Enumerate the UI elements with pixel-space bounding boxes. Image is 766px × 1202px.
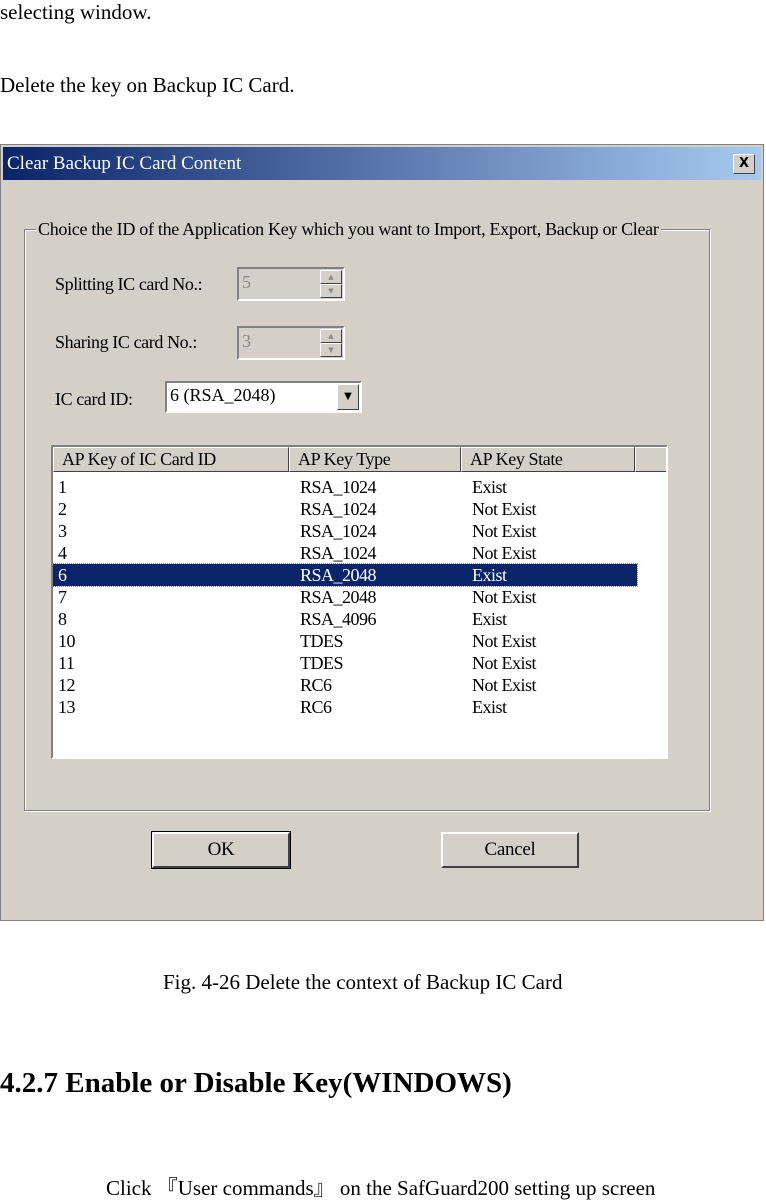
- table-row[interactable]: 10 TDES Not Exist: [53, 630, 637, 652]
- splitting-label: Splitting IC card No.:: [55, 274, 203, 294]
- spin-up-icon: ▲: [320, 329, 342, 343]
- cell-state: Not Exist: [472, 675, 537, 695]
- cell-id: 8: [58, 609, 67, 629]
- ap-key-list[interactable]: AP Key of IC Card ID AP Key Type AP Key …: [51, 445, 668, 759]
- cell-id: 11: [58, 653, 75, 673]
- body-text-line: Delete the key on Backup IC Card.: [0, 73, 295, 97]
- card-id-select[interactable]: 6 (RSA_2048) ▼: [165, 381, 362, 413]
- figure-caption: Fig. 4-26 Delete the context of Backup I…: [163, 970, 563, 994]
- group-label: Choice the ID of the Application Key whi…: [36, 219, 661, 239]
- cell-type: RC6: [300, 697, 332, 717]
- cell-type: RSA_1024: [300, 499, 377, 519]
- column-header-filler: [635, 447, 666, 472]
- column-header-type[interactable]: AP Key Type: [289, 447, 461, 472]
- splitting-value: 5: [242, 272, 251, 292]
- table-row[interactable]: 8 RSA_4096 Exist: [53, 608, 637, 630]
- cell-id: 3: [58, 521, 67, 541]
- splitting-spinbox: 5 ▲ ▼: [237, 267, 345, 301]
- cell-type: RSA_1024: [300, 543, 377, 563]
- cell-state: Exist: [472, 609, 507, 629]
- cell-id: 4: [58, 543, 67, 563]
- cell-state: Not Exist: [472, 543, 537, 563]
- cell-state: Exist: [472, 697, 507, 717]
- table-row[interactable]: 11 TDES Not Exist: [53, 652, 637, 674]
- sharing-value: 3: [242, 331, 251, 351]
- dialog-titlebar[interactable]: Clear Backup IC Card Content X: [3, 147, 761, 180]
- cell-type: RSA_2048: [300, 587, 377, 607]
- cell-type: TDES: [300, 631, 344, 651]
- cell-id: 2: [58, 499, 67, 519]
- cell-state: Not Exist: [472, 631, 537, 651]
- table-row[interactable]: 1 RSA_1024 Exist: [53, 476, 637, 498]
- spin-down-icon: ▼: [320, 343, 342, 357]
- table-row[interactable]: 13 RC6 Exist: [53, 696, 637, 718]
- spin-down-icon: ▼: [320, 284, 342, 298]
- clear-backup-dialog: Clear Backup IC Card Content X Choice th…: [0, 144, 764, 921]
- cell-id: 10: [58, 631, 76, 651]
- table-row[interactable]: 7 RSA_2048 Not Exist: [53, 586, 637, 608]
- table-row[interactable]: 3 RSA_1024 Not Exist: [53, 520, 637, 542]
- cell-state: Not Exist: [472, 521, 537, 541]
- body-text-line: selecting window.: [0, 0, 152, 24]
- cell-state: Not Exist: [472, 653, 537, 673]
- table-row[interactable]: 4 RSA_1024 Not Exist: [53, 542, 637, 564]
- cancel-button[interactable]: Cancel: [441, 832, 579, 868]
- list-header: AP Key of IC Card ID AP Key Type AP Key …: [53, 447, 666, 472]
- spin-up-icon: ▲: [320, 270, 342, 284]
- column-header-state[interactable]: AP Key State: [461, 447, 635, 472]
- section-heading: 4.2.7 Enable or Disable Key(WINDOWS): [0, 1067, 512, 1099]
- cell-state: Not Exist: [472, 499, 537, 519]
- cell-type: RSA_4096: [300, 609, 377, 629]
- cell-state: Exist: [472, 565, 507, 585]
- cell-state: Not Exist: [472, 587, 537, 607]
- column-header-id[interactable]: AP Key of IC Card ID: [53, 447, 289, 472]
- ok-button[interactable]: OK: [151, 831, 291, 869]
- cell-type: TDES: [300, 653, 344, 673]
- key-selection-group: Choice the ID of the Application Key whi…: [24, 219, 710, 811]
- cell-id: 13: [58, 697, 76, 717]
- table-row[interactable]: 2 RSA_1024 Not Exist: [53, 498, 637, 520]
- cell-type: RSA_1024: [300, 477, 377, 497]
- cell-id: 1: [58, 477, 67, 497]
- chevron-down-icon[interactable]: ▼: [337, 384, 359, 410]
- sharing-spinbox: 3 ▲ ▼: [237, 326, 345, 360]
- body-text-line: Click 『User commands』 on the SafGuard200…: [106, 1176, 656, 1200]
- card-id-label: IC card ID:: [55, 389, 133, 409]
- cell-id: 6: [58, 565, 67, 585]
- dialog-title: Clear Backup IC Card Content: [7, 153, 242, 174]
- close-button[interactable]: X: [733, 154, 755, 174]
- card-id-value: 6 (RSA_2048): [170, 385, 276, 405]
- sharing-label: Sharing IC card No.:: [55, 332, 197, 352]
- cell-type: RSA_1024: [300, 521, 377, 541]
- cell-type: RC6: [300, 675, 332, 695]
- cell-id: 7: [58, 587, 67, 607]
- table-row[interactable]: 6 RSA_2048 Exist: [53, 563, 638, 587]
- table-row[interactable]: 12 RC6 Not Exist: [53, 674, 637, 696]
- cell-type: RSA_2048: [300, 565, 377, 585]
- cell-id: 12: [58, 675, 76, 695]
- cell-state: Exist: [472, 477, 507, 497]
